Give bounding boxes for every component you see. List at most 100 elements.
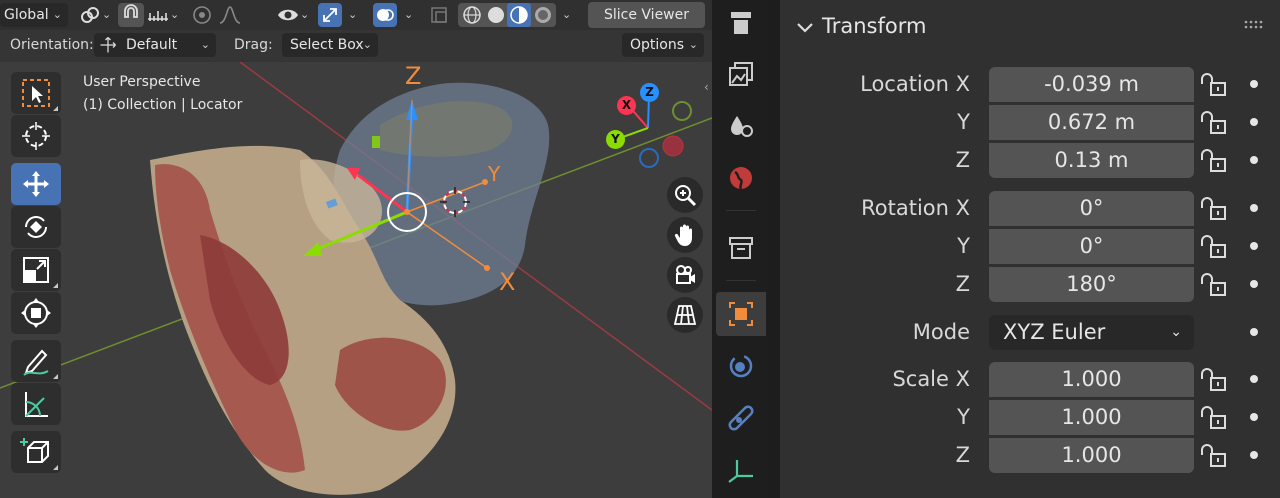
options-dropdown[interactable]: Options ⌄ [622,33,704,57]
lock-open-icon[interactable] [1199,70,1229,100]
nav-gizmo-y[interactable]: Y [606,130,625,149]
keyframe-dot[interactable] [1250,413,1258,421]
tab-constraints[interactable] [716,396,766,440]
chevron-down-icon[interactable]: ⌄ [404,3,413,27]
rotation-x-label: Rotation X [861,196,970,220]
cursor-icon [22,122,50,150]
chevron-down-icon[interactable]: ⌄ [562,3,571,27]
overlays-toggle[interactable] [373,3,397,27]
keyframe-dot[interactable] [1250,204,1258,212]
annotate-tool[interactable] [11,340,61,382]
measure-tool[interactable] [11,383,61,425]
gizmo-toggle[interactable] [318,3,342,27]
rendered-shading-icon[interactable] [531,3,555,27]
orientation-dropdown[interactable]: Default ⌄ [94,33,216,57]
tab-output[interactable] [716,104,766,148]
transform-tool[interactable] [11,292,61,334]
tab-tool[interactable] [716,0,766,44]
rotate-tool[interactable] [11,206,61,248]
keyframe-dot[interactable] [1250,80,1258,88]
chevron-down-icon[interactable]: ⌄ [348,3,357,27]
keyframe-dot[interactable] [1250,280,1258,288]
gizmo-icon [323,8,337,22]
hand-icon [674,224,692,246]
tab-render[interactable] [716,52,766,96]
slice-viewer-button[interactable]: Slice Viewer [588,2,705,28]
camera-view-button[interactable] [667,257,703,293]
constraints-icon [728,405,754,431]
lock-open-icon[interactable] [1199,194,1229,224]
tab-world[interactable] [716,156,766,200]
lock-open-icon[interactable] [1199,441,1229,471]
lock-open-icon[interactable] [1199,108,1229,138]
chevron-down-icon[interactable]: ⌄ [170,3,179,27]
orientation-label: Orientation: [10,37,94,53]
transform-orientation-dropdown[interactable]: Global ⌄ [0,3,68,27]
falloff-icon[interactable] [218,3,242,27]
material-shading-button[interactable] [507,3,531,27]
zoom-button[interactable] [667,177,703,213]
3d-viewport[interactable]: Z Y X X Z Y Global ⌄ ⌄ ⌄ ⌄ ⌄ ⌄ ⌄ Slice V… [0,0,712,498]
location-x-field[interactable]: -0.039 m [989,67,1194,102]
scale-y-label: Y [957,405,970,429]
drag-grip-icon[interactable] [1244,20,1266,30]
add-cube-tool[interactable] [11,431,61,473]
select-box-icon [22,79,50,107]
rotation-z-field[interactable]: 180° [989,267,1194,302]
tab-collection[interactable] [716,226,766,270]
render-icon [729,62,753,86]
chevron-down-icon: ⌄ [1170,324,1182,340]
lock-open-icon[interactable] [1199,270,1229,300]
keyframe-dot[interactable] [1250,375,1258,383]
chevron-down-icon[interactable]: ⌄ [300,3,309,27]
keyframe-dot[interactable] [1250,118,1258,126]
projection-toggle-button[interactable] [667,297,703,333]
scale-x-field[interactable]: 1.000 [989,362,1194,397]
location-z-field[interactable]: 0.13 m [989,143,1194,178]
scale-y-field[interactable]: 1.000 [989,400,1194,435]
rotation-mode-dropdown[interactable]: XYZ Euler ⌄ [989,315,1194,350]
tab-data[interactable] [716,448,766,492]
move-tool[interactable] [11,163,61,205]
collapse-chevron-icon[interactable] [794,14,816,40]
rotation-y-label: Y [957,234,970,258]
scale-tool[interactable] [11,249,61,291]
pivot-icon[interactable] [78,3,102,27]
rotation-x-field[interactable]: 0° [989,191,1194,226]
cursor-tool[interactable] [11,115,61,157]
tab-object[interactable] [716,292,766,336]
keyframe-dot[interactable] [1250,156,1258,164]
lock-open-icon[interactable] [1199,232,1229,262]
chevron-down-icon[interactable]: ⌄ [102,3,111,27]
keyframe-dot[interactable] [1250,242,1258,250]
gizmo-y-label: Y [488,162,501,186]
drag-dropdown[interactable]: Select Box ⌄ [282,33,378,57]
scale-z-field[interactable]: 1.000 [989,438,1194,473]
gizmo-x-label: X [499,268,516,296]
tab-physics[interactable] [716,344,766,388]
keyframe-dot[interactable] [1250,451,1258,459]
solid-shading-icon[interactable] [484,3,508,27]
pan-button[interactable] [667,217,703,253]
lock-open-icon[interactable] [1199,403,1229,433]
material-shading-icon [510,6,528,24]
visibility-eye-icon[interactable] [276,3,300,27]
nav-gizmo-z[interactable]: Z [640,83,659,102]
collapse-region-icon[interactable]: ‹ [704,80,709,94]
nav-gizmo-x[interactable]: X [617,96,636,115]
wireframe-shading-icon[interactable] [460,3,484,27]
snap-toggle[interactable] [118,3,144,27]
lock-open-icon[interactable] [1199,146,1229,176]
snap-increment-icon[interactable] [146,3,170,27]
panel-title[interactable]: Transform [822,14,926,38]
proportional-edit-icon[interactable] [190,3,214,27]
zoom-icon [675,185,697,207]
add-cube-icon [20,438,49,463]
lock-open-icon[interactable] [1199,365,1229,395]
location-y-field[interactable]: 0.672 m [989,105,1194,140]
keyframe-dot[interactable] [1250,328,1258,336]
xray-icon[interactable] [427,3,451,27]
select-box-tool[interactable] [11,72,61,114]
rotation-y-field[interactable]: 0° [989,229,1194,264]
collection-label: (1) Collection | Locator [83,97,243,113]
